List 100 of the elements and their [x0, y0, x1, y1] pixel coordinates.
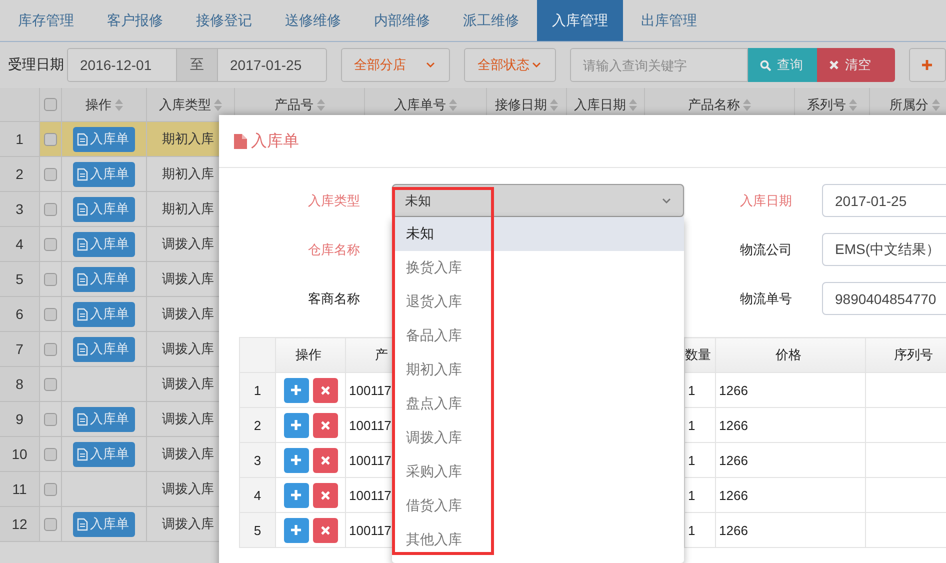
table-cell: 调拨入库 — [162, 445, 214, 463]
column-header: 入库日期 — [574, 96, 626, 114]
search-field[interactable]: 请输入查询关键字 — [570, 48, 748, 82]
delete-row-button[interactable] — [312, 518, 338, 542]
row-checkbox[interactable] — [44, 518, 57, 530]
receipt-button[interactable]: 入库单 — [73, 126, 135, 152]
column-header: 产品名称 — [688, 96, 740, 114]
row-checkbox[interactable] — [44, 448, 57, 460]
input-field[interactable]: EMS(中文结果） — [822, 233, 946, 266]
table-cell: 1266 — [719, 488, 748, 502]
tab[interactable]: 送修维修 — [270, 0, 356, 41]
row-checkbox[interactable] — [44, 482, 57, 496]
close-icon — [320, 456, 330, 464]
delete-row-button[interactable] — [312, 448, 338, 472]
close-icon — [829, 60, 840, 70]
dropdown-option[interactable]: 退货入库 — [392, 285, 684, 319]
sort-icon — [449, 98, 457, 110]
row-number: 7 — [16, 341, 24, 357]
tab[interactable]: 入库管理 — [537, 0, 623, 41]
row-checkbox[interactable] — [44, 132, 57, 146]
sort-icon — [114, 98, 122, 110]
document-icon — [234, 134, 247, 148]
row-checkbox[interactable] — [44, 238, 57, 250]
dropdown-option[interactable]: 采购入库 — [392, 455, 684, 489]
row-number: 4 — [16, 236, 24, 252]
input-field[interactable]: 2017-01-25 — [822, 184, 946, 217]
receipt-button[interactable]: 入库单 — [73, 266, 135, 292]
dropdown-option[interactable]: 换货入库 — [392, 251, 684, 285]
search-button[interactable]: 查询 — [748, 48, 818, 82]
add-row-button[interactable] — [284, 448, 308, 472]
tab[interactable]: 出库管理 — [626, 0, 712, 41]
sort-icon — [932, 98, 940, 110]
row-checkbox[interactable] — [44, 308, 57, 320]
select-all-checkbox[interactable] — [44, 98, 57, 111]
dropdown-option[interactable]: 借货入库 — [392, 489, 684, 523]
receipt-button[interactable]: 入库单 — [73, 232, 135, 256]
delete-row-button[interactable] — [312, 378, 338, 402]
document-icon — [77, 412, 88, 426]
receipt-button[interactable]: 入库单 — [73, 512, 135, 536]
table-cell: 期初入库 — [162, 130, 214, 148]
receipt-button[interactable]: 入库单 — [73, 196, 135, 222]
receipt-button[interactable]: 入库单 — [73, 406, 135, 432]
table-cell: 1 — [688, 418, 696, 432]
dropdown-option[interactable]: 调拨入库 — [392, 421, 684, 455]
row-number: 2 — [254, 418, 262, 432]
plus-icon — [291, 490, 301, 500]
row-checkbox[interactable] — [44, 412, 57, 426]
row-checkbox[interactable] — [44, 272, 57, 286]
delete-row-button[interactable] — [312, 412, 338, 438]
document-icon — [77, 168, 88, 180]
receipt-button[interactable]: 入库单 — [73, 442, 135, 466]
receipt-button[interactable]: 入库单 — [73, 302, 135, 326]
row-number: 5 — [254, 522, 262, 538]
dropdown-option[interactable]: 未知 — [392, 217, 684, 251]
table-cell: 100117 — [349, 488, 392, 502]
row-number: 11 — [12, 481, 27, 497]
row-checkbox[interactable] — [44, 342, 57, 356]
delete-row-button[interactable] — [312, 482, 338, 508]
table-cell: 期初入库 — [162, 200, 214, 218]
input-field[interactable]: 9890404854770 — [822, 282, 946, 315]
add-button[interactable] — [909, 48, 946, 82]
receipt-button[interactable]: 入库单 — [73, 162, 135, 186]
table-cell: 1 — [688, 452, 696, 468]
row-checkbox[interactable] — [44, 202, 57, 216]
status-dropdown[interactable]: 全部状态 — [464, 48, 556, 82]
branch-dropdown[interactable]: 全部分店 — [341, 48, 450, 82]
dropdown-option[interactable]: 其他入库 — [392, 523, 684, 557]
tab[interactable]: 内部维修 — [359, 0, 445, 41]
type-dropdown[interactable]: 未知 — [392, 184, 684, 217]
caret-icon — [532, 62, 541, 68]
tab[interactable]: 客户报修 — [92, 0, 178, 41]
dropdown-option[interactable]: 期初入库 — [392, 353, 684, 387]
plus-icon — [291, 385, 301, 395]
receipt-button[interactable]: 入库单 — [73, 336, 135, 362]
table-cell: 100117 — [349, 418, 392, 432]
row-checkbox[interactable] — [44, 378, 57, 390]
table-cell: 调拨入库 — [162, 375, 214, 393]
dropdown-option[interactable]: 盘点入库 — [392, 387, 684, 421]
row-checkbox[interactable] — [44, 168, 57, 180]
document-icon — [77, 308, 88, 320]
add-row-button[interactable] — [284, 518, 308, 542]
start-date-field[interactable]: 2016-12-01 — [67, 48, 177, 82]
add-row-button[interactable] — [284, 378, 308, 402]
tab[interactable]: 派工维修 — [448, 0, 534, 41]
column-header: 产 — [375, 347, 388, 362]
add-row-button[interactable] — [284, 482, 308, 508]
tab[interactable]: 接修登记 — [181, 0, 267, 41]
dropdown-option[interactable]: 备品入库 — [392, 319, 684, 353]
close-icon — [320, 386, 330, 394]
document-icon — [77, 448, 88, 460]
clear-button[interactable]: 清空 — [817, 48, 896, 82]
add-row-button[interactable] — [284, 412, 308, 438]
field-label: 入库日期 — [739, 192, 793, 210]
end-date-field[interactable]: 2017-01-25 — [217, 48, 327, 82]
close-icon — [320, 526, 330, 534]
column-header: 操作 — [86, 96, 112, 114]
sort-icon — [849, 98, 857, 110]
tab[interactable]: 库存管理 — [3, 0, 89, 41]
row-number: 9 — [16, 411, 24, 427]
caret-icon — [426, 62, 436, 68]
